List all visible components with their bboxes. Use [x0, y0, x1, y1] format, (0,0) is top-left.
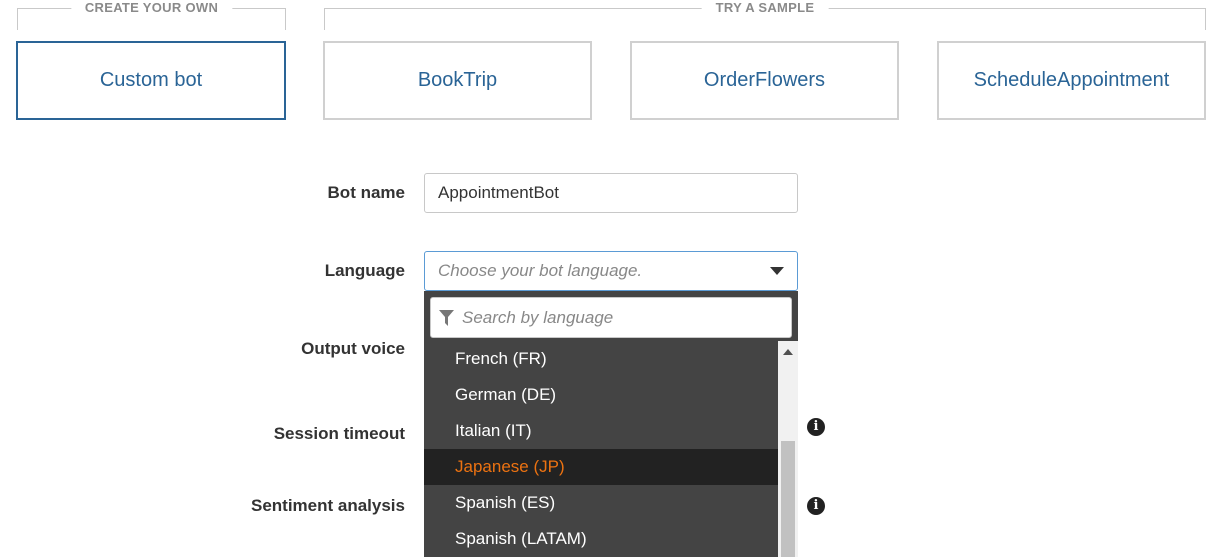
- filter-icon: [439, 309, 454, 326]
- language-label: Language: [324, 261, 405, 280]
- language-search-box[interactable]: [430, 297, 792, 338]
- scroll-up-arrow-icon[interactable]: [783, 349, 793, 355]
- caret-down-icon: [770, 267, 784, 275]
- session-timeout-label: Session timeout: [273, 424, 405, 443]
- output-voice-label: Output voice: [301, 339, 405, 358]
- scheduleappointment-card[interactable]: ScheduleAppointment: [937, 41, 1206, 120]
- info-icon[interactable]: i: [807, 497, 825, 515]
- language-options-list: French (FR) German (DE) Italian (IT) Jap…: [424, 341, 778, 557]
- create-your-own-label: CREATE YOUR OWN: [70, 0, 233, 16]
- booktrip-card[interactable]: BookTrip: [323, 41, 592, 120]
- custom-bot-card[interactable]: Custom bot: [16, 41, 286, 120]
- language-placeholder: Choose your bot language.: [438, 261, 643, 280]
- language-option-spanish-latam[interactable]: Spanish (LATAM): [424, 521, 778, 557]
- dropdown-scrollbar[interactable]: [778, 341, 798, 557]
- language-option-german[interactable]: German (DE): [424, 377, 778, 413]
- sentiment-analysis-label: Sentiment analysis: [250, 496, 405, 515]
- language-option-french[interactable]: French (FR): [424, 341, 778, 377]
- language-dropdown: French (FR) German (DE) Italian (IT) Jap…: [424, 291, 798, 557]
- try-a-sample-header: TRY A SAMPLE: [324, 0, 1206, 30]
- language-option-japanese[interactable]: Japanese (JP): [424, 449, 778, 485]
- info-icon[interactable]: i: [807, 418, 825, 436]
- orderflowers-card[interactable]: OrderFlowers: [630, 41, 899, 120]
- try-a-sample-label: TRY A SAMPLE: [701, 0, 829, 16]
- bot-name-label: Bot name: [327, 183, 405, 202]
- language-option-italian[interactable]: Italian (IT): [424, 413, 778, 449]
- create-your-own-header: CREATE YOUR OWN: [17, 0, 286, 30]
- language-select[interactable]: Choose your bot language.: [424, 251, 798, 291]
- language-option-spanish-es[interactable]: Spanish (ES): [424, 485, 778, 521]
- language-search-input[interactable]: [462, 307, 782, 328]
- bot-name-input[interactable]: [424, 173, 798, 213]
- scrollbar-thumb[interactable]: [781, 441, 795, 557]
